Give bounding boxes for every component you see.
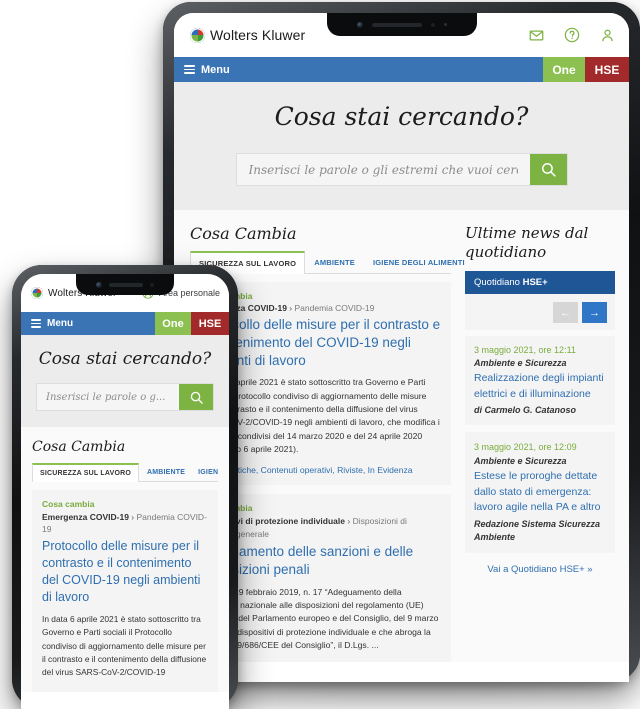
tab-ambiente[interactable]: AMBIENTE bbox=[305, 251, 364, 273]
news-author: di Carmelo G. Catanoso bbox=[474, 404, 577, 415]
sensor-glint-icon bbox=[443, 23, 447, 26]
tablet-screen: Wolters Kluwer Menu One HSE Cosa stai ce… bbox=[174, 13, 629, 682]
tablet-main: Cosa Cambia SICUREZZA SUL LAVORO AMBIENT… bbox=[174, 210, 629, 663]
menu-label: Menu bbox=[201, 63, 230, 76]
sensor-icon bbox=[150, 282, 154, 287]
tablet-hero: Cosa stai cercando? bbox=[174, 82, 629, 210]
news-item[interactable]: 3 maggio 2021, ore 12:09 Ambiente e Sicu… bbox=[465, 431, 615, 554]
tab-hse[interactable]: HSE bbox=[585, 57, 629, 82]
wolters-kluwer-globe-icon bbox=[31, 287, 43, 299]
sensor-icon bbox=[430, 22, 435, 27]
breadcrumb-separator: › bbox=[347, 516, 351, 527]
phone-navbar: Menu One HSE bbox=[21, 312, 229, 335]
article-kicker: Cosa cambia bbox=[42, 499, 95, 509]
rail-pager: ← → bbox=[465, 294, 615, 331]
cosa-cambia-tabs: SICUREZZA SUL LAVORO AMBIENTE IGIENE DEG… bbox=[190, 251, 465, 274]
phone-main: Cosa Cambia SICUREZZA SUL LAVORO AMBIENT… bbox=[21, 427, 229, 692]
tab-igiene-degli-alimenti[interactable]: IGIENE DEGLI ALIMENTI bbox=[364, 251, 474, 273]
hero-title: Cosa stai cercando? bbox=[274, 102, 529, 131]
rail-header-quotidiano: Quotidiano HSE+ bbox=[465, 271, 615, 295]
tab-one[interactable]: One bbox=[543, 57, 585, 82]
search-bar bbox=[235, 153, 568, 186]
menu-button[interactable]: Menu bbox=[21, 312, 155, 335]
news-category: Ambiente e Sicurezza bbox=[474, 358, 567, 369]
tab-igiene-degli-alimenti[interactable]: IGIEN bbox=[193, 463, 223, 481]
news-category: Ambiente e Sicurezza bbox=[474, 456, 567, 467]
earpiece-speaker bbox=[371, 22, 422, 27]
phone-notch bbox=[76, 274, 174, 295]
news-author: Redazione Sistema Sicurezza Ambiente bbox=[474, 519, 601, 542]
phone-device: Wolters Kluwer Area personale Menu One bbox=[12, 265, 238, 709]
section-title-cosa-cambia: Cosa Cambia bbox=[32, 439, 126, 455]
wolters-kluwer-globe-icon bbox=[190, 27, 205, 43]
mail-icon[interactable] bbox=[529, 28, 544, 43]
rail-column: Ultime news dal quotidiano Quotidiano HS… bbox=[465, 224, 615, 662]
search-button[interactable] bbox=[529, 154, 567, 185]
menu-button[interactable]: Menu bbox=[174, 57, 543, 82]
search-bar bbox=[36, 383, 214, 411]
news-date: 3 maggio 2021, ore 12:11 bbox=[474, 345, 576, 356]
article-breadcrumb: Emergenza COVID-19 › Pandemia COVID-19 bbox=[42, 511, 208, 535]
brand-name: Wolters Kluwer bbox=[210, 27, 306, 43]
news-title[interactable]: Realizzazione degli impianti elettrici e… bbox=[474, 371, 606, 401]
tablet-navbar: Menu One HSE bbox=[174, 57, 629, 82]
prev-arrow-button[interactable]: ← bbox=[553, 302, 578, 324]
hamburger-icon bbox=[31, 319, 41, 328]
tab-one[interactable]: One bbox=[155, 312, 191, 335]
tab-hse[interactable]: HSE bbox=[191, 312, 229, 335]
brand-logo[interactable]: Wolters Kluwer bbox=[190, 27, 305, 43]
search-input[interactable] bbox=[236, 154, 530, 185]
search-input[interactable] bbox=[37, 384, 179, 410]
article-card[interactable]: Cosa cambia Emergenza COVID-19 › Pandemi… bbox=[32, 490, 218, 692]
account-icon[interactable] bbox=[600, 28, 615, 43]
help-icon[interactable] bbox=[564, 27, 580, 43]
rail-title: Ultime news dal quotidiano bbox=[465, 224, 589, 262]
breadcrumb-separator: › bbox=[289, 303, 293, 313]
article-headline[interactable]: Protocollo delle misure per il contrasto… bbox=[42, 538, 208, 606]
rail-header-strong: HSE+ bbox=[522, 277, 548, 289]
front-camera-icon bbox=[96, 281, 102, 288]
phone-hero: Cosa stai cercando? bbox=[21, 335, 229, 427]
article-body: In data 6 aprile 2021 è stato sottoscrit… bbox=[42, 613, 207, 678]
section-title-cosa-cambia: Cosa Cambia bbox=[190, 224, 297, 243]
rail-arrow-group: ← → bbox=[473, 302, 607, 324]
next-arrow-button[interactable]: → bbox=[582, 302, 607, 324]
breadcrumb-separator: › bbox=[131, 512, 135, 522]
phone-screen: Wolters Kluwer Area personale Menu One bbox=[21, 274, 229, 709]
breadcrumb-sub: Pandemia COVID-19 bbox=[294, 303, 375, 313]
tab-ambiente[interactable]: AMBIENTE bbox=[139, 463, 193, 481]
breadcrumb-main: Emergenza COVID-19 bbox=[42, 512, 129, 522]
menu-label: Menu bbox=[47, 318, 74, 329]
screenshot-stage: Wolters Kluwer Menu One HSE Cosa stai ce… bbox=[0, 0, 640, 709]
earpiece-speaker bbox=[109, 282, 143, 287]
search-button[interactable] bbox=[179, 384, 213, 410]
hamburger-icon bbox=[184, 65, 195, 74]
tablet-notch bbox=[326, 13, 477, 36]
front-camera-icon bbox=[356, 21, 363, 28]
rail-header-prefix: Quotidiano bbox=[474, 277, 523, 289]
tab-sicurezza-sul-lavoro[interactable]: SICUREZZA SUL LAVORO bbox=[32, 463, 139, 482]
go-to-quotidiano-link[interactable]: Vai a Quotidiano HSE+ » bbox=[465, 564, 615, 575]
news-item[interactable]: 3 maggio 2021, ore 12:11 Ambiente e Sicu… bbox=[465, 336, 615, 425]
header-icon-group bbox=[529, 27, 615, 43]
news-date: 3 maggio 2021, ore 12:09 bbox=[474, 441, 577, 452]
cosa-cambia-tabs: SICUREZZA SUL LAVORO AMBIENTE IGIEN bbox=[32, 463, 218, 482]
hero-title: Cosa stai cercando? bbox=[38, 349, 212, 369]
news-title[interactable]: Estese le proroghe dettate dallo stato d… bbox=[474, 469, 606, 515]
